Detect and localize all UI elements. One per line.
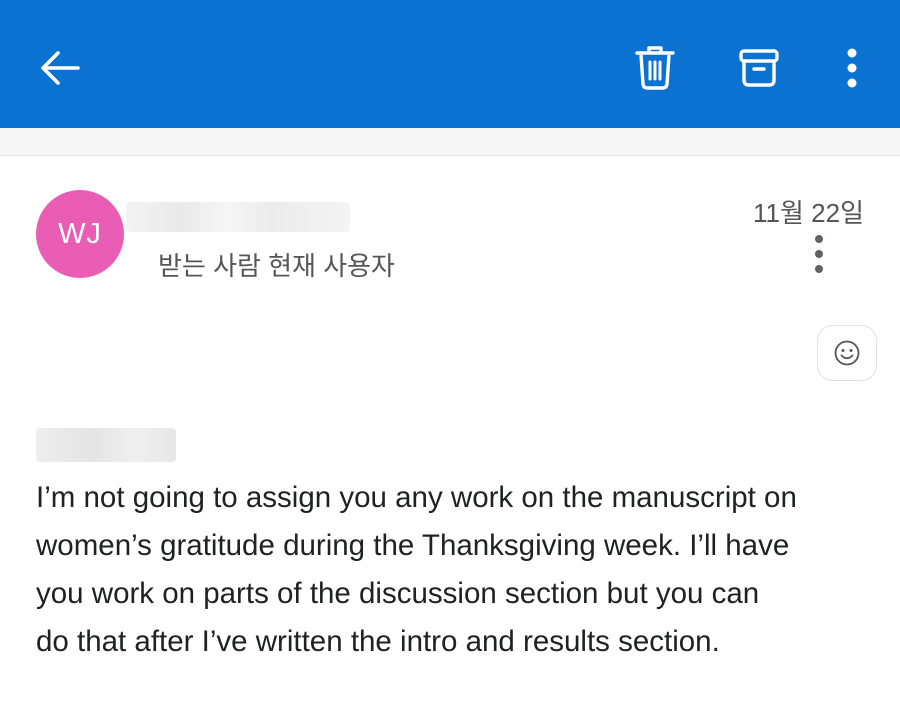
more-vert-icon bbox=[815, 235, 823, 243]
sender-name-redacted bbox=[126, 202, 350, 232]
more-vert-icon bbox=[847, 48, 857, 88]
more-options-button[interactable] bbox=[826, 40, 878, 96]
sender-avatar[interactable]: WJ bbox=[36, 190, 124, 278]
archive-icon bbox=[739, 49, 779, 87]
message-body: I’m not going to assign you any work on … bbox=[36, 474, 886, 666]
body-line: you work on parts of the discussion sect… bbox=[36, 577, 760, 610]
header-divider bbox=[0, 128, 900, 156]
archive-button[interactable] bbox=[728, 40, 790, 96]
body-line: do that after I’ve written the intro and… bbox=[36, 625, 720, 658]
back-button[interactable] bbox=[30, 40, 90, 96]
body-line: I’m not going to assign you any work on … bbox=[36, 481, 797, 514]
more-vert-dot bbox=[815, 250, 823, 258]
body-line: women’s gratitude during the Thanksgivin… bbox=[36, 529, 790, 562]
reaction-button[interactable] bbox=[817, 325, 877, 381]
smiley-icon bbox=[834, 340, 860, 366]
message-more-button[interactable] bbox=[804, 232, 834, 276]
back-arrow-icon bbox=[41, 51, 80, 85]
app-bar bbox=[0, 0, 900, 128]
more-vert-dot bbox=[815, 265, 823, 273]
avatar-initials: WJ bbox=[58, 217, 102, 250]
message-date: 11월 22일 bbox=[753, 198, 864, 228]
delete-button[interactable] bbox=[624, 40, 686, 96]
recipient-line[interactable]: 받는 사람 현재 사용자 bbox=[158, 246, 395, 283]
greeting-redacted bbox=[36, 428, 176, 462]
trash-icon bbox=[635, 46, 675, 90]
